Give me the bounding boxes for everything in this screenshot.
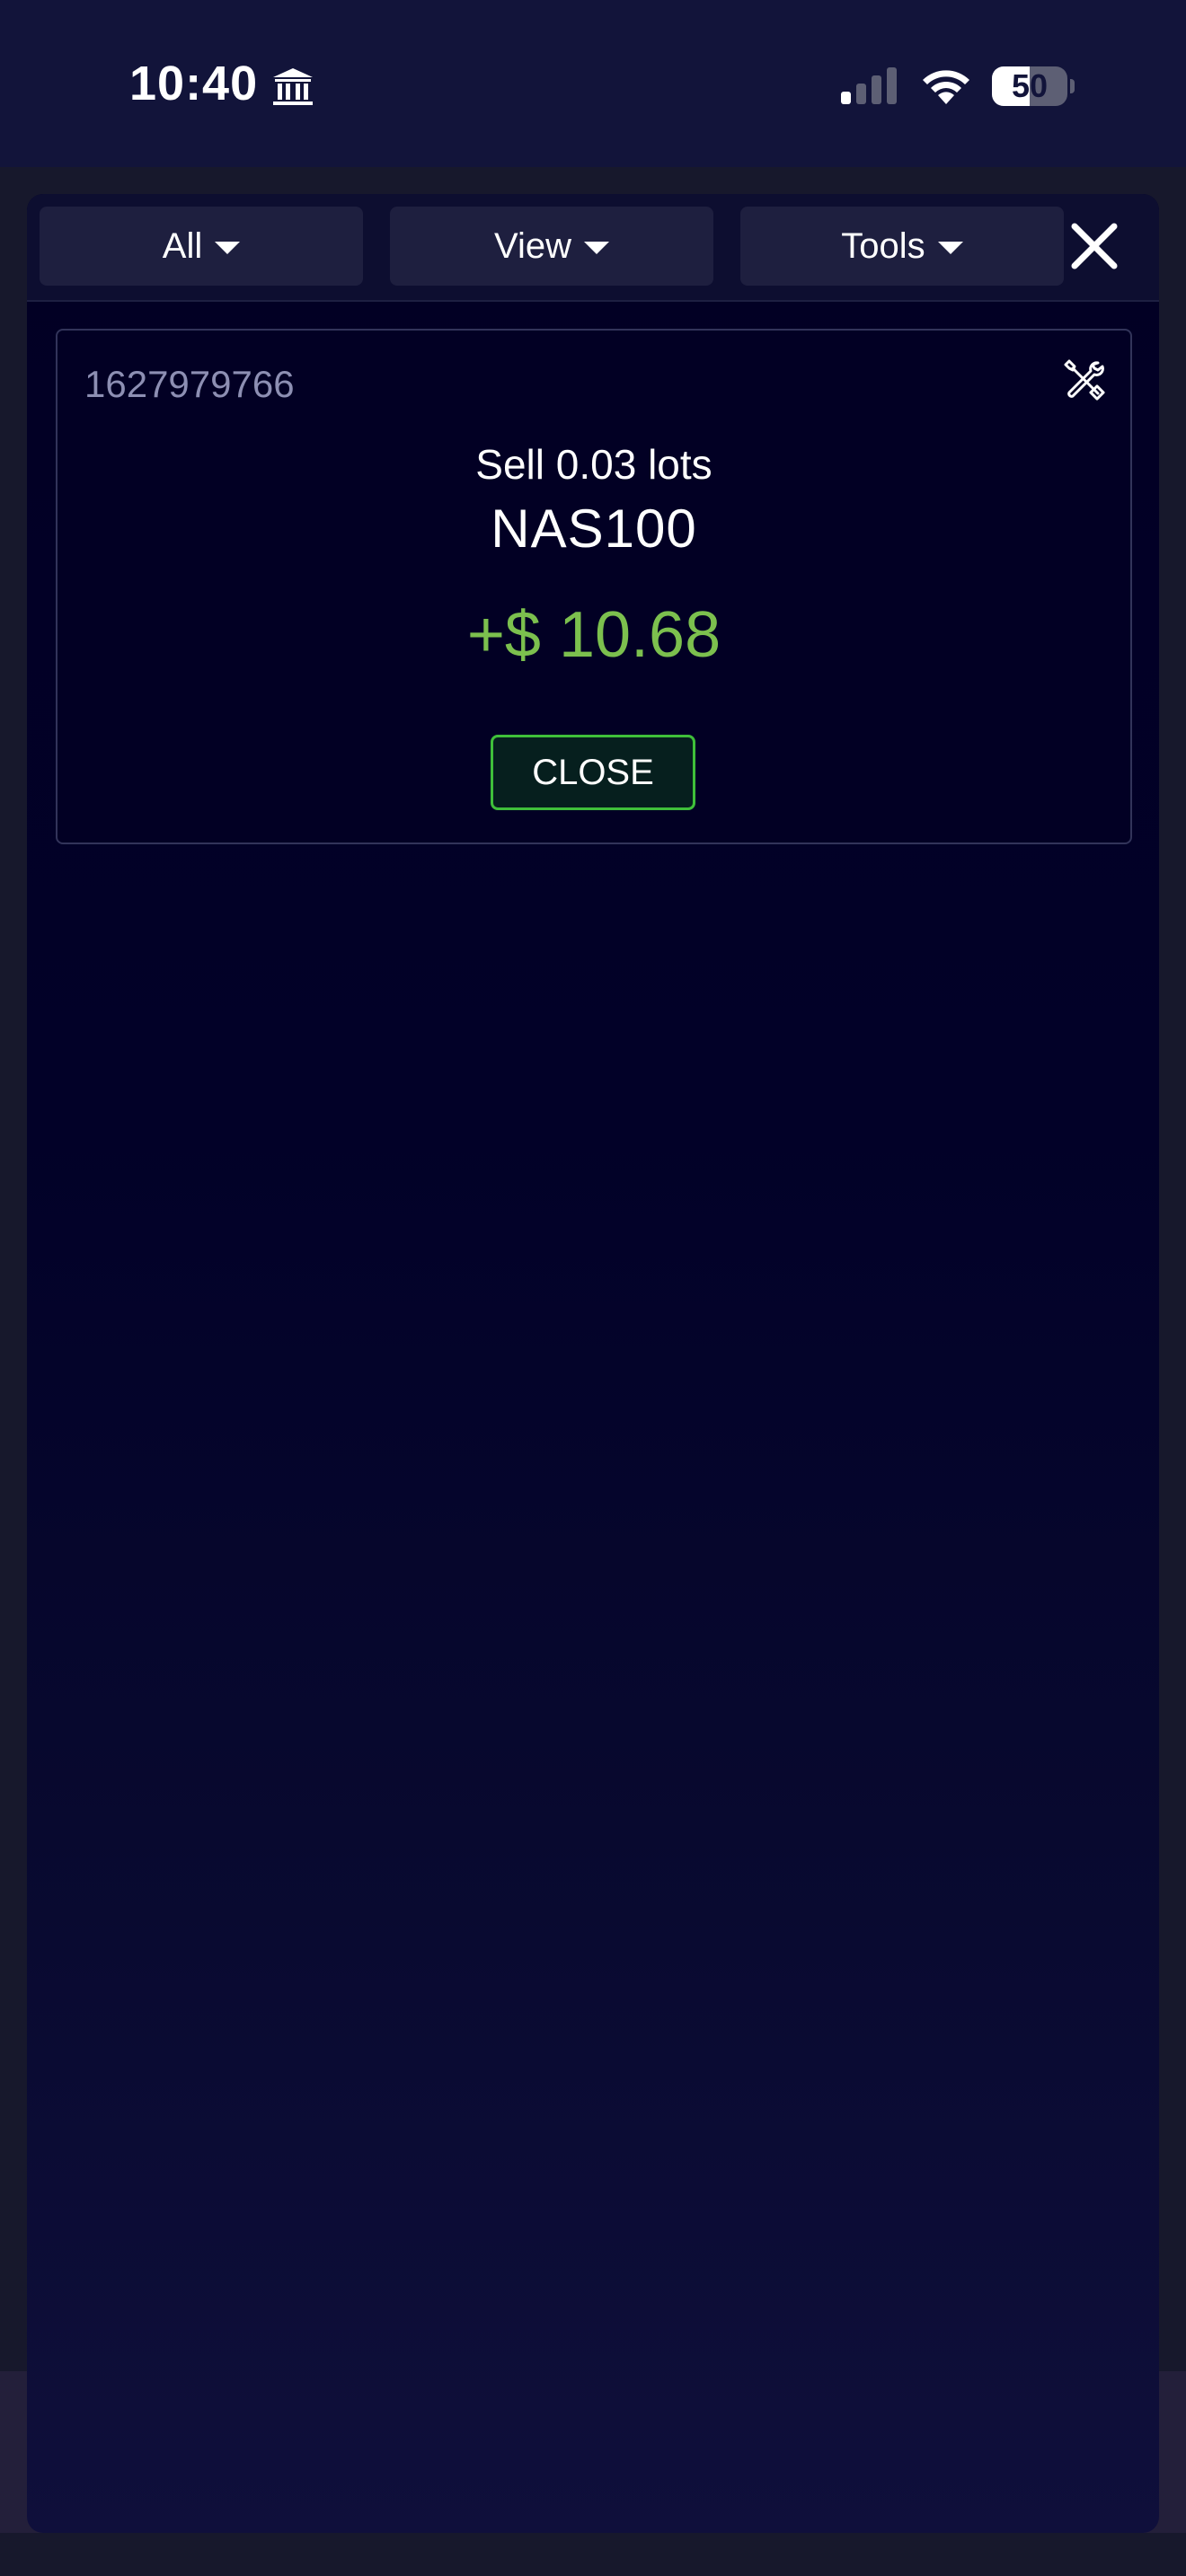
trade-symbol: NAS100 (491, 498, 697, 559)
trade-pnl: +$ 10.68 (466, 599, 721, 671)
battery-percent: 50 (1011, 67, 1049, 104)
bank-icon (273, 68, 313, 105)
close-icon[interactable] (1069, 221, 1120, 271)
panel-toolbar: All View Tools (27, 194, 1159, 302)
caret-down-icon (215, 242, 241, 254)
tools-label: Tools (841, 225, 925, 266)
tools-dropdown[interactable]: Tools (740, 207, 1064, 286)
cellular-signal-icon (841, 67, 897, 104)
status-bar: 10:40 50 (0, 0, 1186, 167)
filter-label: All (162, 225, 203, 266)
positions-panel: All View Tools 1627979766 Sell 0.03 lots (27, 194, 1159, 2533)
caret-down-icon (583, 242, 609, 254)
battery-icon: 50 (992, 66, 1075, 106)
caret-down-icon (937, 242, 963, 254)
filter-dropdown[interactable]: All (40, 207, 363, 286)
wifi-icon (923, 70, 969, 104)
status-time: 10:40 (129, 57, 259, 110)
trade-side: Sell 0.03 lots (475, 441, 712, 488)
ticket-id: 1627979766 (84, 363, 295, 405)
position-card[interactable]: 1627979766 Sell 0.03 lots NAS100 +$ 10.6… (56, 329, 1132, 844)
view-dropdown[interactable]: View (390, 207, 713, 286)
wrench-screwdriver-icon[interactable] (1062, 357, 1105, 401)
view-label: View (494, 225, 571, 266)
close-position-button[interactable]: CLOSE (491, 735, 695, 810)
